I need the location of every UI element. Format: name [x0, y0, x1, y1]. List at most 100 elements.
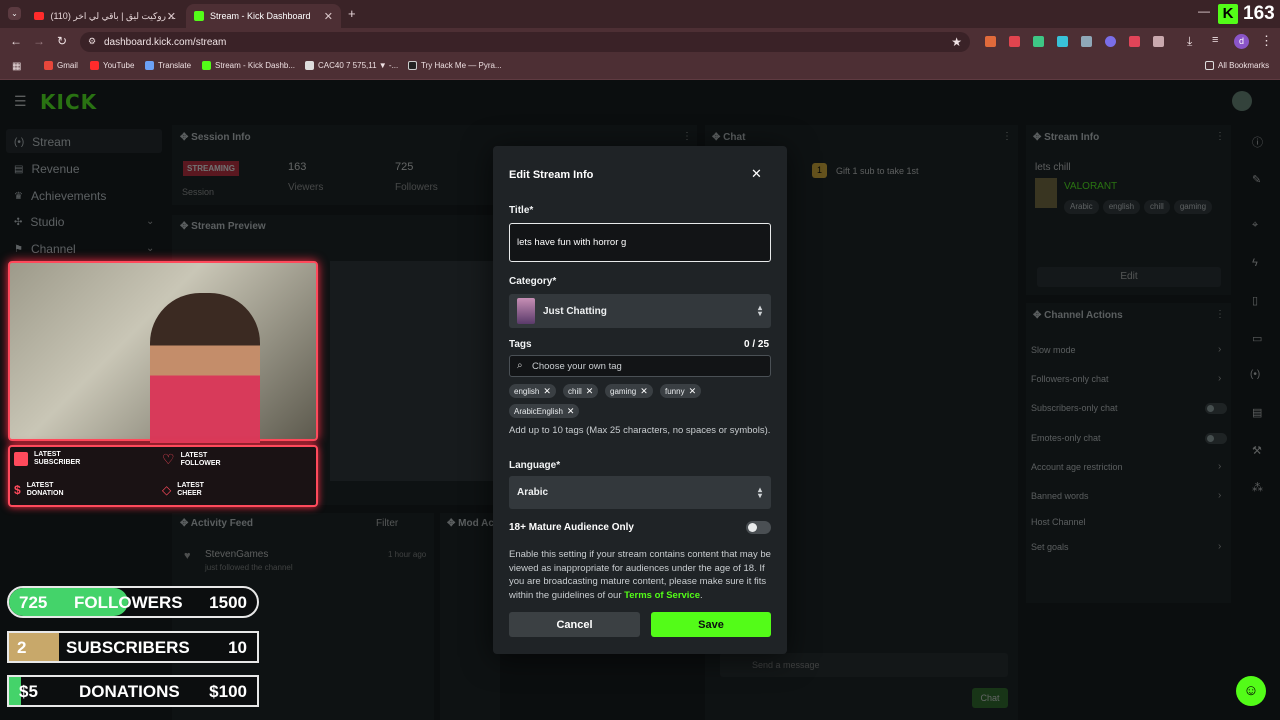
menu-kebab-icon[interactable]: ⋮ [1260, 33, 1273, 49]
sidebar-item-stream[interactable]: (•) Stream [14, 135, 71, 149]
cancel-button[interactable]: Cancel [509, 612, 640, 637]
close-icon[interactable]: ✕ [586, 386, 594, 397]
save-button[interactable]: Save [651, 612, 771, 637]
forward-icon[interactable]: → [33, 34, 45, 48]
tag-chip-arabicenglish[interactable]: ArabicEnglish ✕ [509, 404, 580, 418]
download-icon[interactable]: ⤓ [1187, 34, 1192, 49]
info-icon[interactable]: ⓘ [1252, 134, 1263, 150]
extension-icon[interactable] [1105, 36, 1116, 47]
media-icon[interactable]: ≡ [1212, 34, 1218, 46]
sidebar-item-studio[interactable]: ✣ Studio [14, 215, 64, 229]
profile-avatar[interactable]: d [1234, 34, 1249, 49]
close-icon[interactable]: ✕ [543, 386, 551, 397]
tab-youtube[interactable]: (110) روكيت ليق | باقي لي اخر ... ✕ [26, 4, 184, 28]
lightning-icon[interactable]: ϟ [1252, 257, 1258, 269]
bookmark-gmail[interactable]: Gmail [44, 61, 78, 70]
mature-toggle[interactable] [746, 521, 771, 534]
extension-icon[interactable] [1009, 36, 1020, 47]
tag-chip-gaming[interactable]: gaming ✕ [605, 384, 653, 398]
tag-chip-funny[interactable]: funny ✕ [660, 384, 702, 398]
language-select[interactable]: Arabic ▴ ▾ [509, 476, 771, 509]
sidebar-item-revenue[interactable]: ▤ Revenue [14, 162, 80, 176]
set-goals-row[interactable]: Set goals [1031, 542, 1069, 552]
crosshair-icon[interactable]: ⌖ [1252, 219, 1258, 232]
gift-promo-text[interactable]: Gift 1 sub to take 1st [836, 166, 919, 176]
current-stream-title: lets chill [1035, 162, 1071, 173]
emotes-only-toggle[interactable] [1205, 433, 1227, 444]
back-icon[interactable]: ← [10, 34, 22, 48]
latest-subscriber: LATEST SUBSCRIBER [14, 451, 80, 467]
tag-chip-chill[interactable]: chill ✕ [563, 384, 599, 398]
close-icon[interactable]: ✕ [167, 10, 176, 23]
nodes-icon[interactable]: ⁂ [1252, 481, 1263, 494]
pencil-icon[interactable]: ✎ [1252, 173, 1261, 186]
activity-user[interactable]: StevenGames [205, 549, 268, 560]
tag-chip[interactable]: Arabic [1064, 199, 1099, 214]
bookmark-tryhackme[interactable]: Try Hack Me — Pyra... [408, 61, 502, 70]
extension-icon[interactable] [1057, 36, 1068, 47]
broadcast-icon[interactable]: (•) [1250, 369, 1260, 380]
support-chat-icon[interactable]: ☺ [1236, 676, 1266, 706]
followers-only-row[interactable]: Followers-only chat [1031, 374, 1109, 384]
category-select[interactable]: Just Chatting ▴ ▾ [509, 294, 771, 328]
close-icon[interactable]: ✕ [689, 386, 697, 397]
terms-of-service-link[interactable]: Terms of Service [624, 590, 700, 601]
sidebar-item-achievements[interactable]: ♛ Achievements [14, 189, 106, 203]
reload-icon[interactable]: ↻ [57, 34, 67, 48]
close-icon[interactable]: ✕ [324, 10, 333, 23]
subscribers-only-row[interactable]: Subscribers-only chat [1031, 403, 1118, 413]
sidebar-item-channel[interactable]: ⚑ Channel [14, 242, 76, 256]
tag-chip-english[interactable]: english ✕ [509, 384, 556, 398]
site-info-icon[interactable]: ⚙ [88, 36, 96, 47]
bookmark-kick[interactable]: Stream - Kick Dashb... [202, 61, 295, 70]
chat-bubble-icon[interactable]: ▭ [1252, 332, 1262, 345]
kick-logo[interactable]: KICK [40, 90, 97, 114]
edit-stream-info-button[interactable]: Edit [1037, 267, 1221, 287]
panel-menu-icon[interactable]: ⋮ [1215, 309, 1225, 320]
title-input[interactable] [509, 223, 771, 262]
panel-menu-icon[interactable]: ⋮ [1215, 131, 1225, 142]
extension-icon[interactable] [1129, 36, 1140, 47]
clipboard-icon[interactable]: ▯ [1252, 294, 1258, 307]
slow-mode-row[interactable]: Slow mode [1031, 345, 1076, 355]
close-icon[interactable]: ✕ [751, 166, 762, 182]
hamburger-icon[interactable]: ☰ [14, 93, 27, 110]
close-icon[interactable]: ✕ [567, 406, 575, 417]
panel-menu-icon[interactable]: ⋮ [682, 131, 692, 142]
youtube-icon [90, 61, 99, 70]
emotes-only-row[interactable]: Emotes-only chat [1031, 433, 1101, 443]
tab-kick-dashboard[interactable]: Stream - Kick Dashboard ✕ [186, 4, 341, 28]
banned-words-row[interactable]: Banned words [1031, 491, 1089, 501]
tag-chip[interactable]: english [1102, 199, 1141, 214]
followers-current: 725 [19, 593, 48, 612]
close-icon[interactable]: ✕ [640, 386, 648, 397]
tag-chip[interactable]: gaming [1173, 199, 1213, 214]
bookmark-translate[interactable]: Translate [145, 61, 191, 70]
puzzle-icon[interactable] [1153, 36, 1164, 47]
tab-search-icon[interactable]: ⌄ [8, 7, 21, 20]
extension-icon[interactable] [1033, 36, 1044, 47]
chat-send-button[interactable]: Chat [972, 688, 1008, 708]
bookmark-star-icon[interactable]: ★ [951, 35, 962, 49]
bookmark-cac40[interactable]: CAC40 7 575,11 ▼ -... [305, 61, 398, 70]
panel-menu-icon[interactable]: ⋮ [1002, 131, 1012, 142]
user-avatar[interactable] [1232, 91, 1252, 111]
current-category[interactable]: VALORANT [1064, 181, 1117, 192]
host-channel-row[interactable]: Host Channel [1031, 517, 1086, 527]
subscribers-only-toggle[interactable] [1205, 403, 1227, 414]
wrench-icon[interactable]: ⚒ [1252, 444, 1262, 457]
tag-search-input[interactable]: ⌕ Choose your own tag [509, 355, 771, 377]
all-bookmarks[interactable]: All Bookmarks [1205, 61, 1269, 70]
chevron-right-icon: › [1218, 541, 1222, 552]
tag-chip[interactable]: chill [1144, 199, 1170, 214]
address-bar[interactable]: ⚙ dashboard.kick.com/stream ★ [80, 32, 970, 52]
bookmark-youtube[interactable]: YouTube [90, 61, 134, 70]
minimize-icon[interactable]: — [1198, 4, 1210, 18]
layers-icon[interactable]: ▤ [1252, 406, 1262, 419]
filter-button[interactable]: Filter [376, 518, 398, 529]
account-age-row[interactable]: Account age restriction [1031, 462, 1123, 472]
extension-icon[interactable] [1081, 36, 1092, 47]
apps-grid-icon[interactable]: ▦ [12, 61, 21, 72]
new-tab-icon[interactable]: + [348, 6, 356, 21]
extension-icon[interactable] [985, 36, 996, 47]
